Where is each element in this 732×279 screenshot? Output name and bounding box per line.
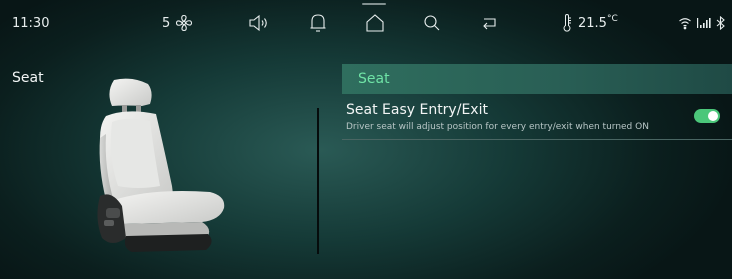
setting-description: Driver seat will adjust position for eve… [346,122,649,132]
toggle-knob [708,111,718,121]
setting-title: Seat Easy Entry/Exit [346,102,488,118]
connectivity-indicators [678,10,727,36]
bluetooth-icon [715,16,727,30]
panel-divider [317,108,319,254]
home-indicator [362,3,386,5]
thermometer-icon [562,13,572,33]
seat-image [92,78,232,258]
temperature-display[interactable]: 21.5 °C [562,10,618,36]
bell-icon[interactable] [308,10,328,36]
clock-text: 11:30 [12,15,50,31]
status-bar: 11:30 5 21.5 °C [0,0,732,46]
volume-icon[interactable] [248,10,270,36]
temperature-unit: °C [606,14,618,24]
wifi-icon [678,16,692,30]
return-icon[interactable] [480,10,500,36]
row-divider [342,139,732,140]
fan-level: 5 [162,15,171,31]
easy-entry-toggle[interactable] [694,109,720,123]
section-header: Seat [342,64,732,94]
home-icon[interactable] [364,10,386,36]
signal-icon [696,16,712,30]
section-title: Seat [358,71,390,87]
fan-icon [174,13,194,33]
page-title: Seat [12,70,44,86]
temperature-value: 21.5 [578,15,607,31]
fan-control[interactable]: 5 [162,10,194,36]
search-icon[interactable] [422,10,442,36]
setting-row-easy-entry[interactable]: Seat Easy Entry/Exit Driver seat will ad… [342,100,732,140]
clock: 11:30 [12,10,49,36]
